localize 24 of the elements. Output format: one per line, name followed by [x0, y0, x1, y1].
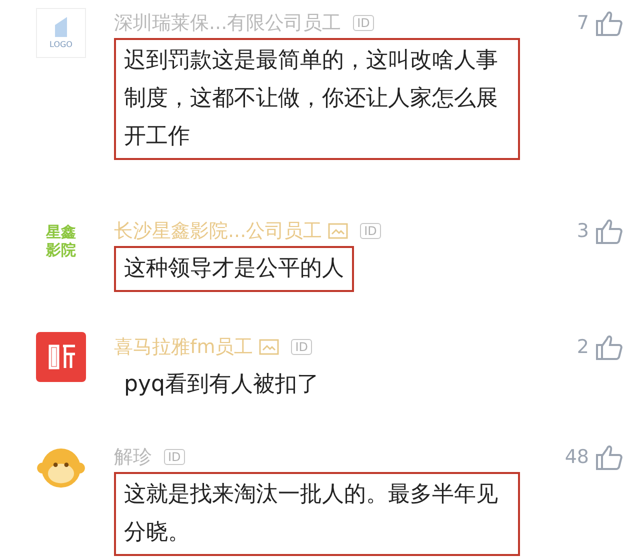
logo-text: LOGO [50, 40, 72, 49]
thumbs-up-icon[interactable] [595, 443, 623, 471]
id-badge: ID [291, 339, 312, 355]
user-name[interactable]: 喜马拉雅fm员工 [114, 334, 254, 360]
avatar-wordmark: 星鑫影院 [44, 223, 77, 259]
like-count: 7 [576, 12, 589, 34]
comment-text: pyq看到有人被扣了 [123, 371, 320, 399]
thumbs-up-icon[interactable] [595, 217, 623, 245]
user-name[interactable]: 深圳瑞莱保...有限公司员工 [114, 10, 342, 36]
building-icon [53, 17, 69, 37]
app-avatar-icon [36, 332, 86, 382]
thumbs-up-icon[interactable] [595, 333, 623, 361]
user-name[interactable]: 解珍 [114, 444, 152, 470]
like-count: 3 [576, 220, 589, 242]
comment-text: 这就是找来淘汰一批人的。最多半年见分晓。 [114, 472, 520, 556]
like-count: 48 [564, 446, 589, 468]
id-badge: ID [360, 223, 381, 239]
id-badge: ID [353, 15, 374, 31]
user-name[interactable]: 长沙星鑫影院...公司员工 [114, 218, 322, 244]
comment-text: 迟到罚款这是最简单的，这叫改啥人事制度，这都不让做，你还让人家怎么展开工作 [114, 38, 520, 160]
thumbs-up-icon[interactable] [595, 9, 623, 37]
comment-text: 这种领导才是公平的人 [114, 246, 354, 292]
id-badge: ID [164, 449, 185, 465]
like-count: 2 [576, 336, 589, 358]
